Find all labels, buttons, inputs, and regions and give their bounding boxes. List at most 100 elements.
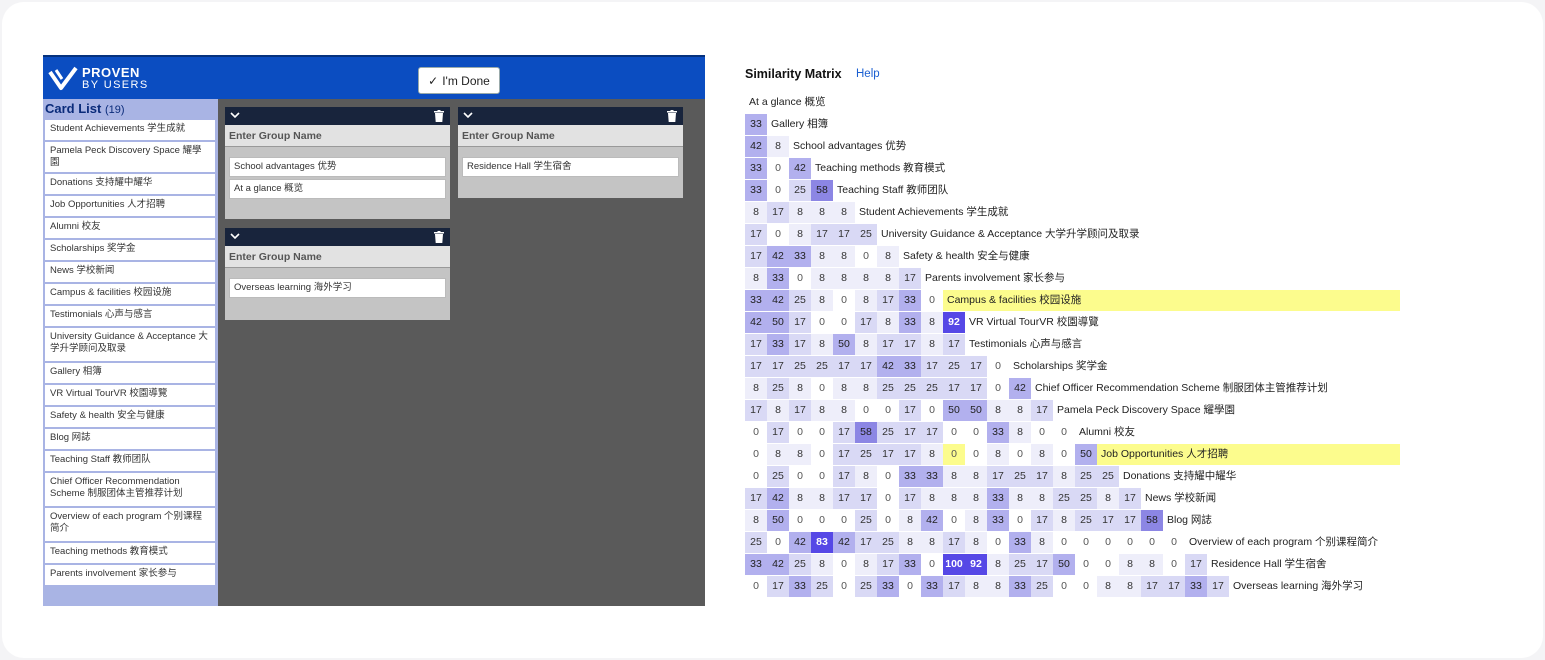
group-name-input[interactable]: Enter Group Name bbox=[458, 125, 683, 147]
matrix-cell: 17 bbox=[899, 444, 921, 465]
card-list-sidebar: Card List (19) Student Achievements 学生成就… bbox=[43, 99, 218, 606]
matrix-cell: 25 bbox=[1053, 488, 1075, 509]
card-list-item[interactable]: University Guidance & Acceptance 大学升学顾问及… bbox=[44, 327, 216, 362]
matrix-cell: 58 bbox=[811, 180, 833, 201]
matrix-cell: 17 bbox=[899, 268, 921, 289]
matrix-cell: 8 bbox=[877, 246, 899, 267]
trash-icon[interactable] bbox=[667, 110, 677, 122]
matrix-cell: 8 bbox=[789, 378, 811, 399]
matrix-cell: 17 bbox=[943, 532, 965, 553]
card-list-item[interactable]: Donations 支持耀中耀华 bbox=[44, 173, 216, 195]
matrix-cell: 17 bbox=[767, 576, 789, 597]
matrix-cell: 17 bbox=[855, 312, 877, 333]
matrix-row: 17 42 33 8 8 0 8 Safety & health 安全与健康 bbox=[745, 246, 1030, 267]
matrix-cell: 25 bbox=[789, 180, 811, 201]
matrix-cell: 8 bbox=[921, 488, 943, 509]
matrix-cell: 8 bbox=[899, 532, 921, 553]
group-2[interactable]: Enter Group Name Residence Hall 学生宿舍 bbox=[458, 107, 683, 198]
card-list-item[interactable]: Overview of each program 个别课程简介 bbox=[44, 507, 216, 542]
matrix-row: 42 50 17 0 0 17 8 33 8 92 VR Virtual TourVR 校園導覽 bbox=[745, 312, 1099, 333]
matrix-cell: 17 bbox=[855, 356, 877, 377]
matrix-row: 17 0 8 17 17 25 University Guidance & Acceptan… bbox=[745, 224, 1140, 245]
matrix-cell: 17 bbox=[1119, 510, 1141, 531]
matrix-cell: 0 bbox=[877, 466, 899, 487]
card-list-item[interactable]: Safety & health 安全与健康 bbox=[44, 406, 216, 428]
group-1[interactable]: Enter Group Name School advantages 优势 At… bbox=[225, 107, 450, 219]
group-header bbox=[225, 228, 450, 246]
card-list-item[interactable]: Scholarships 奖学金 bbox=[44, 239, 216, 261]
matrix-cell: 17 bbox=[745, 356, 767, 377]
matrix-cell: 25 bbox=[1075, 488, 1097, 509]
card-list-item[interactable]: Pamela Peck Discovery Space 耀學園 bbox=[44, 141, 216, 173]
matrix-cell: 0 bbox=[745, 422, 767, 443]
card-list-heading: Card List bbox=[45, 101, 102, 116]
card-list-item[interactable]: Student Achievements 学生成就 bbox=[44, 119, 216, 141]
similarity-matrix-panel: Similarity Matrix Help At a glance 概览 33 G… bbox=[728, 49, 1503, 605]
logo-line1: PROVEN bbox=[82, 65, 140, 80]
card-list-item[interactable]: Chief Officer Recommendation Scheme 制服团体… bbox=[44, 472, 216, 507]
matrix-row-label: News 学校新闻 bbox=[1145, 492, 1217, 504]
group-card[interactable]: At a glance 概览 bbox=[229, 179, 446, 199]
matrix-cell: 0 bbox=[1075, 554, 1097, 575]
group-card[interactable]: Overseas learning 海外学习 bbox=[229, 278, 446, 298]
matrix-cell: 0 bbox=[745, 444, 767, 465]
card-list-item[interactable]: Gallery 相簿 bbox=[44, 362, 216, 384]
group-3[interactable]: Enter Group Name Overseas learning 海外学习 bbox=[225, 228, 450, 320]
matrix-row-label: Job Opportunities 人才招聘 bbox=[1097, 444, 1400, 465]
matrix-cell: 17 bbox=[745, 488, 767, 509]
matrix-cell: 8 bbox=[833, 202, 855, 223]
chevron-down-icon[interactable] bbox=[463, 110, 473, 120]
card-list-item[interactable]: Job Opportunities 人才招聘 bbox=[44, 195, 216, 217]
card-list-item[interactable]: News 学校新闻 bbox=[44, 261, 216, 283]
matrix-cell: 17 bbox=[833, 444, 855, 465]
matrix-row: 42 8 School advantages 优势 bbox=[745, 136, 906, 157]
card-list-item[interactable]: Alumni 校友 bbox=[44, 217, 216, 239]
matrix-cell: 8 bbox=[789, 202, 811, 223]
matrix-cell: 25 bbox=[921, 378, 943, 399]
matrix-cell: 0 bbox=[987, 378, 1009, 399]
trash-icon[interactable] bbox=[434, 110, 444, 122]
card-list-item[interactable]: Teaching Staff 教师团队 bbox=[44, 450, 216, 472]
card-list-item[interactable]: Testimonials 心声与感言 bbox=[44, 305, 216, 327]
matrix-cell: 0 bbox=[767, 224, 789, 245]
im-done-button[interactable]: ✓ I'm Done bbox=[418, 67, 500, 94]
matrix-cell: 8 bbox=[899, 510, 921, 531]
matrix-cell: 0 bbox=[767, 180, 789, 201]
trash-icon[interactable] bbox=[434, 231, 444, 243]
matrix-cell: 8 bbox=[921, 312, 943, 333]
card-list-item[interactable]: VR Virtual TourVR 校園導覽 bbox=[44, 384, 216, 406]
card-list-item[interactable]: Parents involvement 家长参与 bbox=[44, 564, 216, 586]
matrix-cell: 8 bbox=[833, 268, 855, 289]
matrix-cell: 8 bbox=[1009, 400, 1031, 421]
matrix-cell: 25 bbox=[1075, 466, 1097, 487]
matrix-cell: 17 bbox=[767, 356, 789, 377]
matrix-cell: 17 bbox=[1119, 488, 1141, 509]
matrix-cell: 17 bbox=[811, 224, 833, 245]
chevron-down-icon[interactable] bbox=[230, 110, 240, 120]
matrix-cell: 0 bbox=[745, 576, 767, 597]
matrix-row: 8 33 0 8 8 8 8 17 Parents involvement 家长参与 bbox=[745, 268, 1065, 289]
group-name-input[interactable]: Enter Group Name bbox=[225, 125, 450, 147]
matrix-cell: 25 bbox=[789, 356, 811, 377]
matrix-row-label: Safety & health 安全与健康 bbox=[903, 250, 1030, 262]
matrix-cell: 17 bbox=[1141, 576, 1163, 597]
matrix-cell: 8 bbox=[855, 554, 877, 575]
group-card[interactable]: School advantages 优势 bbox=[229, 157, 446, 177]
card-list-item[interactable]: Blog 网誌 bbox=[44, 428, 216, 450]
help-link[interactable]: Help bbox=[856, 68, 880, 80]
matrix-cell: 8 bbox=[855, 378, 877, 399]
matrix-cell: 8 bbox=[921, 444, 943, 465]
matrix-cell: 17 bbox=[877, 554, 899, 575]
matrix-cell: 25 bbox=[767, 378, 789, 399]
matrix-cell: 17 bbox=[745, 334, 767, 355]
card-list-item[interactable]: Campus & facilities 校园设施 bbox=[44, 283, 216, 305]
chevron-down-icon[interactable] bbox=[230, 231, 240, 241]
group-name-input[interactable]: Enter Group Name bbox=[225, 246, 450, 268]
matrix-cell: 8 bbox=[855, 334, 877, 355]
matrix-row-label: Teaching methods 教育模式 bbox=[815, 162, 946, 174]
group-card[interactable]: Residence Hall 学生宿舍 bbox=[462, 157, 679, 177]
matrix-cell: 0 bbox=[987, 532, 1009, 553]
matrix-cell: 0 bbox=[1053, 444, 1075, 465]
card-list-item[interactable]: Teaching methods 教育模式 bbox=[44, 542, 216, 564]
matrix-cell: 0 bbox=[1075, 576, 1097, 597]
